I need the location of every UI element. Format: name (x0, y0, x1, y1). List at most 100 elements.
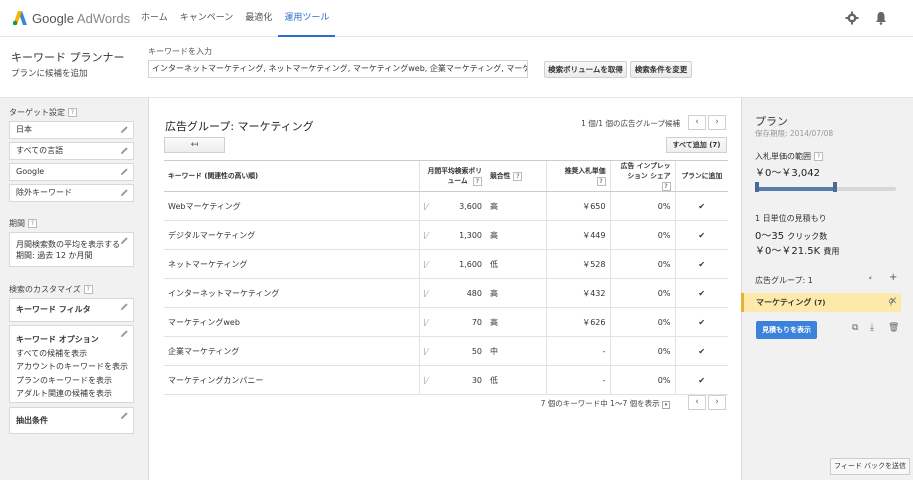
option-all-candidates: すべての候補を表示 (16, 348, 88, 358)
add-to-plan-check-icon[interactable]: ✔ (674, 220, 728, 250)
ad-group-title: 広告グループ: マーケティング (165, 120, 314, 133)
download-icon[interactable]: ⤓ (870, 323, 874, 333)
cpc-cell: ￥432 (545, 278, 610, 308)
bid-slider-min-handle[interactable] (755, 182, 759, 192)
bid-range-label-text: 入札単価の範囲 (755, 152, 811, 161)
trend-chart-icon[interactable]: ⌊⁄ (424, 260, 428, 269)
add-to-plan-check-icon[interactable]: ✔ (674, 307, 728, 337)
plan-group-row[interactable]: マーケティング (7) ⚲ (741, 293, 901, 312)
period-box[interactable]: 月間検索数の平均を表示する 期間: 過去 12 か月間 (9, 232, 134, 267)
cpc-cell: - (545, 336, 610, 366)
add-group-icon[interactable]: ⸗ (869, 273, 872, 282)
copy-icon[interactable]: ⧉ (852, 323, 858, 333)
dropdown-icon[interactable]: ▾ (662, 401, 670, 409)
col-keyword[interactable]: キーワード (関連性の高い順) (164, 160, 419, 192)
pencil-icon[interactable] (120, 146, 129, 155)
col-volume[interactable]: 月間平均検索ボリューム ? (418, 160, 486, 192)
cost-estimate: ￥0〜￥21.5K 費用 (755, 242, 839, 257)
cost-unit: 費用 (823, 247, 840, 256)
gear-icon[interactable] (845, 11, 859, 25)
bid-slider-max-handle[interactable] (833, 182, 837, 192)
prev-keywords-button[interactable]: ‹ (688, 395, 706, 410)
help-icon[interactable]: ? (473, 176, 482, 186)
add-to-plan-check-icon[interactable]: ✔ (674, 191, 728, 221)
customize-title: 検索のカスタマイズ? (9, 284, 93, 295)
help-icon[interactable]: ? (513, 171, 523, 181)
adwords-logo[interactable]: Google AdWords (12, 10, 130, 26)
competition-cell: 高 (486, 220, 546, 250)
competition-cell: 高 (486, 278, 546, 308)
add-to-plan-check-icon[interactable]: ✔ (674, 365, 728, 395)
cpc-cell: - (545, 365, 610, 395)
help-icon[interactable]: ? (596, 176, 606, 186)
get-volume-button[interactable]: 検索ボリュームを取得 (544, 61, 627, 78)
help-icon[interactable]: ? (661, 181, 671, 191)
keyword-pager-text: 7 個のキーワード中 1〜7 個を表示 ▾ (520, 398, 670, 409)
pencil-icon[interactable] (120, 188, 129, 197)
change-search-button[interactable]: 検索条件を変更 (630, 61, 692, 78)
trend-chart-icon[interactable]: ⌊⁄ (424, 347, 428, 356)
col-competition[interactable]: 競合性? (486, 160, 546, 192)
add-to-plan-check-icon[interactable]: ✔ (674, 336, 728, 366)
close-icon[interactable]: ✕ (889, 296, 897, 307)
keyword-pager-label: 7 個のキーワード中 1〜7 個を表示 (540, 399, 660, 408)
help-icon[interactable]: ? (814, 152, 823, 161)
period-text-2: 期間: 過去 12 か月間 (16, 251, 93, 260)
keyword-options-box[interactable]: キーワード オプション すべての候補を表示 アカウントのキーワードを表示 プラン… (9, 325, 134, 403)
trend-chart-icon[interactable]: ⌊⁄ (424, 318, 428, 327)
targeting-network[interactable]: Google (9, 163, 134, 181)
targeting-language-label: すべての言語 (16, 146, 64, 155)
next-page-button[interactable]: › (708, 115, 726, 130)
nav-campaigns[interactable]: キャンペーン (174, 0, 240, 37)
help-icon[interactable]: ? (68, 108, 77, 117)
add-icon[interactable]: + (889, 272, 897, 283)
help-icon[interactable]: ? (28, 219, 37, 228)
clicks-value: 0〜35 (755, 231, 785, 242)
volume-cell: ⌊⁄ 480 (418, 278, 486, 308)
feedback-button[interactable]: フィード バックを送信 (830, 458, 910, 475)
nav-optimize[interactable]: 最適化 (239, 0, 278, 37)
show-estimate-button[interactable]: 見積もりを表示 (756, 321, 817, 339)
col-share[interactable]: 広告 インプレッション シェア ? (609, 160, 675, 192)
add-to-plan-check-icon[interactable]: ✔ (674, 249, 728, 279)
trash-icon[interactable]: 🗑 (888, 323, 899, 333)
table-row: 企業マーケティング ⌊⁄ 50 中 - 0% ✔ (164, 336, 728, 366)
pencil-icon[interactable] (120, 236, 129, 245)
competition-cell: 高 (486, 307, 546, 337)
share-cell: 0% (609, 307, 675, 337)
share-cell: 0% (609, 220, 675, 250)
trend-chart-icon[interactable]: ⌊⁄ (424, 231, 428, 240)
add-all-button[interactable]: すべて追加 (7) (666, 137, 727, 153)
page-subtitle: プランに候補を追加 (11, 69, 88, 79)
targeting-negative-keywords[interactable]: 除外キーワード (9, 184, 134, 202)
nav-home[interactable]: ホーム (135, 0, 174, 37)
keyword-input[interactable]: インターネットマーケティング, ネットマーケティング, マーケティングweb, … (148, 60, 528, 78)
back-button[interactable]: ↤ (164, 137, 225, 153)
pencil-icon[interactable] (120, 329, 129, 338)
next-keywords-button[interactable]: › (708, 395, 726, 410)
table-header-row: キーワード (関連性の高い順) 月間平均検索ボリューム ? 競合性? 推奨入札単… (164, 160, 728, 192)
customize-title-text: 検索のカスタマイズ (9, 285, 81, 294)
volume-value: 3,600 (459, 201, 482, 211)
col-cpc[interactable]: 推奨入札単価 ? (545, 160, 610, 192)
extract-conditions-box[interactable]: 抽出条件 (9, 407, 134, 434)
keyword-filter-box[interactable]: キーワード フィルタ (9, 298, 134, 322)
add-to-plan-check-icon[interactable]: ✔ (674, 278, 728, 308)
share-cell: 0% (609, 249, 675, 279)
bell-icon[interactable] (874, 11, 888, 25)
table-row: デジタルマーケティング ⌊⁄ 1,300 高 ￥449 0% ✔ (164, 220, 728, 250)
trend-chart-icon[interactable]: ⌊⁄ (424, 202, 428, 211)
pencil-icon[interactable] (120, 302, 129, 311)
nav-tools[interactable]: 運用ツール (278, 0, 336, 37)
prev-page-button[interactable]: ‹ (688, 115, 706, 130)
keyword-cell: Webマーケティング (164, 191, 419, 221)
help-icon[interactable]: ? (83, 285, 93, 294)
pencil-icon[interactable] (120, 167, 129, 176)
pencil-icon[interactable] (120, 411, 129, 420)
keyword-filter-label: キーワード フィルタ (16, 305, 91, 314)
trend-chart-icon[interactable]: ⌊⁄ (424, 376, 428, 385)
targeting-language[interactable]: すべての言語 (9, 142, 134, 160)
pencil-icon[interactable] (120, 125, 129, 134)
targeting-location[interactable]: 日本 (9, 121, 134, 139)
trend-chart-icon[interactable]: ⌊⁄ (424, 289, 428, 298)
